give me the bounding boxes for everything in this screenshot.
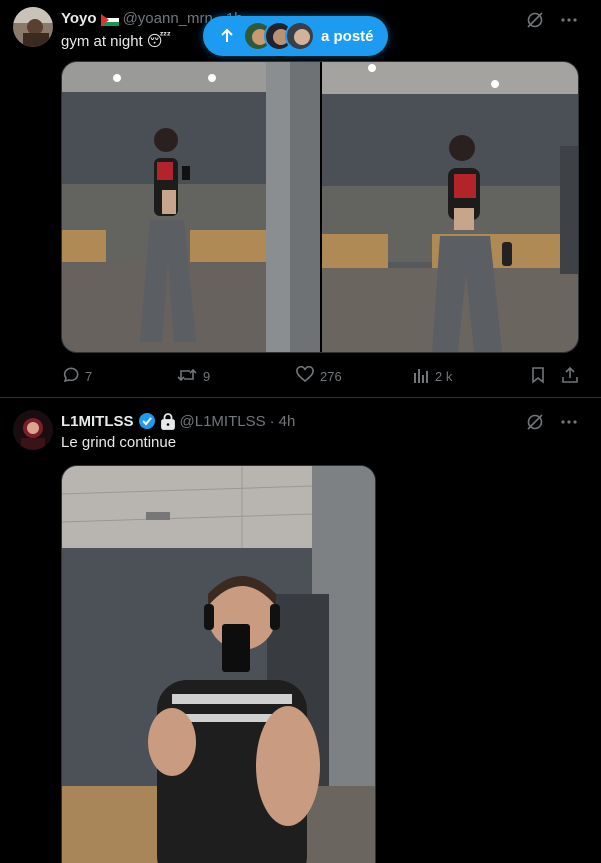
handle[interactable]: @L1MITLSS — [180, 413, 266, 430]
tweet-yoyo[interactable]: Yoyo @yoann_mrn · 1h gym at night 😴 — [0, 0, 601, 398]
new-posts-pill[interactable]: a posté — [203, 16, 388, 56]
bookmark-icon — [530, 366, 546, 387]
lock-icon — [160, 412, 176, 430]
bookmark-button[interactable] — [530, 364, 546, 388]
tweet-l1mitlss[interactable]: L1MITLSS @L1MITLSS · 4h Le grind continu… — [0, 398, 601, 863]
like-button[interactable]: 276 — [296, 364, 342, 388]
reply-count: 7 — [85, 368, 93, 384]
display-name[interactable]: L1MITLSS — [61, 413, 134, 430]
display-name[interactable]: Yoyo — [61, 10, 97, 27]
more-icon[interactable] — [559, 10, 579, 30]
sleeping-face-emoji: 😴 — [146, 33, 171, 50]
views-chart-icon — [413, 367, 429, 386]
tweet-text: Le grind continue — [61, 434, 177, 451]
palestine-flag-icon — [100, 13, 119, 26]
avatar[interactable] — [13, 410, 53, 450]
share-button[interactable] — [561, 364, 579, 388]
poster-avatars — [243, 21, 315, 51]
poster-avatar — [285, 21, 315, 51]
tweet-text-content: gym at night — [61, 33, 143, 50]
views-count: 2 k — [435, 368, 453, 384]
grok-icon[interactable] — [525, 10, 545, 30]
repost-icon — [177, 366, 197, 387]
gym-photo-2[interactable] — [322, 62, 579, 353]
timestamp[interactable]: 4h — [279, 413, 296, 430]
time-separator: · — [269, 412, 275, 430]
heart-icon — [296, 365, 314, 387]
handle[interactable]: @yoann_mrn — [123, 10, 213, 27]
repost-count: 9 — [203, 368, 211, 384]
tweet-text: gym at night 😴 — [61, 32, 171, 50]
verified-badge-icon — [138, 412, 156, 430]
more-icon[interactable] — [559, 412, 579, 432]
repost-button[interactable]: 9 — [177, 364, 210, 388]
arrow-up-icon — [217, 26, 237, 46]
avatar[interactable] — [13, 7, 53, 47]
reply-icon — [61, 366, 79, 387]
like-count: 276 — [320, 368, 342, 384]
gym-photo-3[interactable] — [61, 465, 376, 863]
grok-icon[interactable] — [525, 412, 545, 432]
tweet-media[interactable] — [61, 61, 579, 353]
tweet-actions: 7 9 276 2 k — [61, 364, 581, 388]
new-posts-label: a posté — [321, 27, 374, 45]
gym-photo-1[interactable] — [62, 62, 320, 353]
reply-button[interactable]: 7 — [61, 364, 92, 388]
views-button[interactable]: 2 k — [413, 364, 452, 388]
share-icon — [561, 366, 579, 387]
